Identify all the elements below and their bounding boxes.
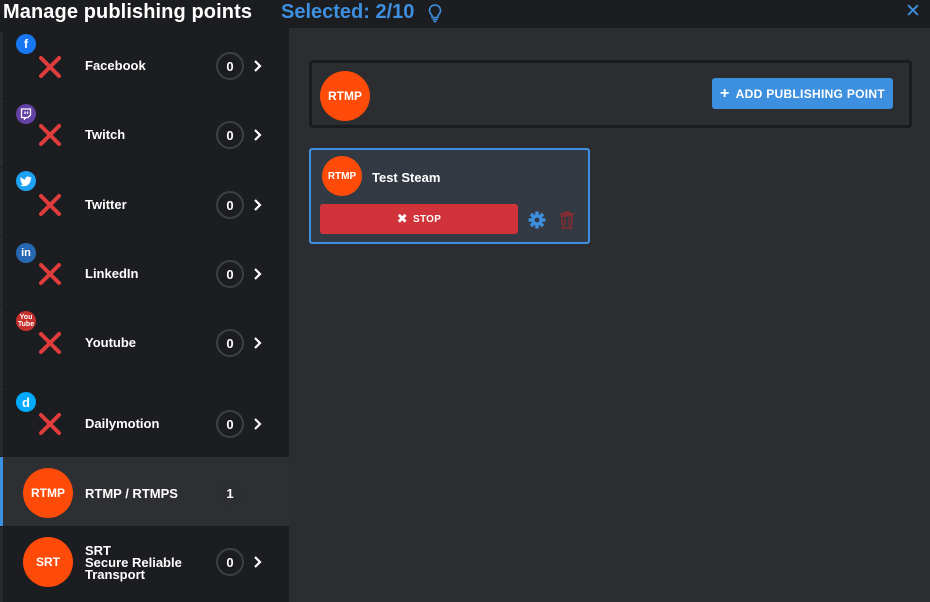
add-button-label: ADD PUBLISHING POINT	[735, 86, 885, 101]
stop-label: STOP	[412, 213, 442, 225]
twitter-icon	[16, 171, 36, 191]
active-indicator	[0, 457, 3, 526]
close-icon[interactable]: ✕	[905, 2, 921, 22]
protocol-badge: RTMP	[320, 71, 370, 121]
sidebar-item-label: Dailymotion	[85, 416, 160, 431]
sidebar-item-twitter[interactable]: Twitter 0	[0, 168, 289, 236]
add-publishing-point-button[interactable]: + ADD PUBLISHING POINT	[712, 78, 893, 109]
item-strip	[0, 306, 3, 386]
publishing-point-card[interactable]: RTMP Test Steam ✖ STOP	[309, 148, 590, 244]
count-badge: 0	[216, 52, 244, 80]
item-strip	[0, 168, 3, 236]
disconnected-x-icon	[39, 263, 61, 285]
sidebar-item-rtmp[interactable]: RTMP RTMP / RTMPS 1	[0, 457, 289, 526]
dailymotion-icon: d	[16, 392, 36, 412]
item-strip	[0, 99, 3, 167]
chevron-right-icon	[254, 199, 262, 211]
count-badge: 0	[216, 410, 244, 438]
dialog-title: Manage publishing points	[3, 1, 253, 23]
stop-button[interactable]: ✖ STOP	[320, 204, 518, 234]
sidebar-item-label: Youtube	[85, 335, 137, 350]
disconnected-x-icon	[39, 332, 61, 354]
item-strip	[0, 32, 3, 98]
count-badge: 0	[216, 548, 244, 576]
disconnected-x-icon	[39, 194, 61, 216]
chevron-right-icon	[254, 129, 262, 141]
count-badge: 0	[216, 121, 244, 149]
sidebar-item-linkedin[interactable]: in LinkedIn 0	[0, 237, 289, 305]
sidebar-item-srt[interactable]: SRT SRT Secure Reliable Transport 0	[0, 527, 289, 602]
plus-icon: +	[720, 84, 730, 102]
srt-label-line-3: Transport	[85, 567, 145, 582]
sidebar-item-twitch[interactable]: Twitch 0	[0, 99, 289, 167]
chevron-right-icon	[254, 556, 262, 568]
sidebar-item-youtube[interactable]: You Tube Youtube 0	[0, 306, 289, 386]
protocol-header-panel: RTMP + ADD PUBLISHING POINT	[309, 60, 912, 128]
chevron-right-icon	[254, 60, 262, 72]
title-bar: Manage publishing points Selected: 2/10 …	[0, 0, 930, 28]
chevron-right-icon	[254, 418, 262, 430]
sidebar: f Facebook 0 Twitch 0 Twitter 0 in Linke…	[0, 28, 289, 602]
count-badge: 0	[216, 260, 244, 288]
sidebar-item-facebook[interactable]: f Facebook 0	[0, 32, 289, 98]
count-badge: 0	[216, 191, 244, 219]
publishing-point-name: Test Steam	[372, 170, 441, 185]
count-badge: 0	[216, 329, 244, 357]
close-icon: ✖	[396, 211, 408, 226]
card-protocol-badge: RTMP	[322, 156, 362, 196]
srt-badge: SRT	[23, 537, 73, 587]
chevron-right-icon	[254, 268, 262, 280]
sidebar-item-dailymotion[interactable]: d Dailymotion 0	[0, 387, 289, 456]
trash-icon[interactable]	[560, 211, 574, 229]
count-badge: 1	[216, 479, 244, 507]
sidebar-item-label: Twitch	[85, 127, 126, 142]
facebook-icon: f	[16, 34, 36, 54]
youtube-icon: You Tube	[16, 311, 36, 331]
sidebar-item-label: LinkedIn	[85, 266, 139, 281]
item-strip	[0, 387, 3, 456]
gear-icon[interactable]	[528, 211, 546, 229]
lightbulb-icon[interactable]	[428, 3, 442, 23]
sidebar-item-label: SRT Secure Reliable Transport	[85, 544, 182, 582]
twitch-icon	[16, 104, 36, 124]
chevron-right-icon	[254, 337, 262, 349]
sidebar-item-label: Facebook	[85, 58, 146, 73]
item-strip	[0, 237, 3, 305]
disconnected-x-icon	[39, 56, 61, 78]
sidebar-item-label: RTMP / RTMPS	[85, 486, 178, 501]
linkedin-icon: in	[16, 243, 36, 263]
disconnected-x-icon	[39, 413, 61, 435]
disconnected-x-icon	[39, 124, 61, 146]
rtmp-badge: RTMP	[23, 468, 73, 518]
selected-count: Selected: 2/10	[281, 1, 415, 23]
sidebar-item-label: Twitter	[85, 197, 127, 212]
item-strip	[0, 527, 3, 602]
